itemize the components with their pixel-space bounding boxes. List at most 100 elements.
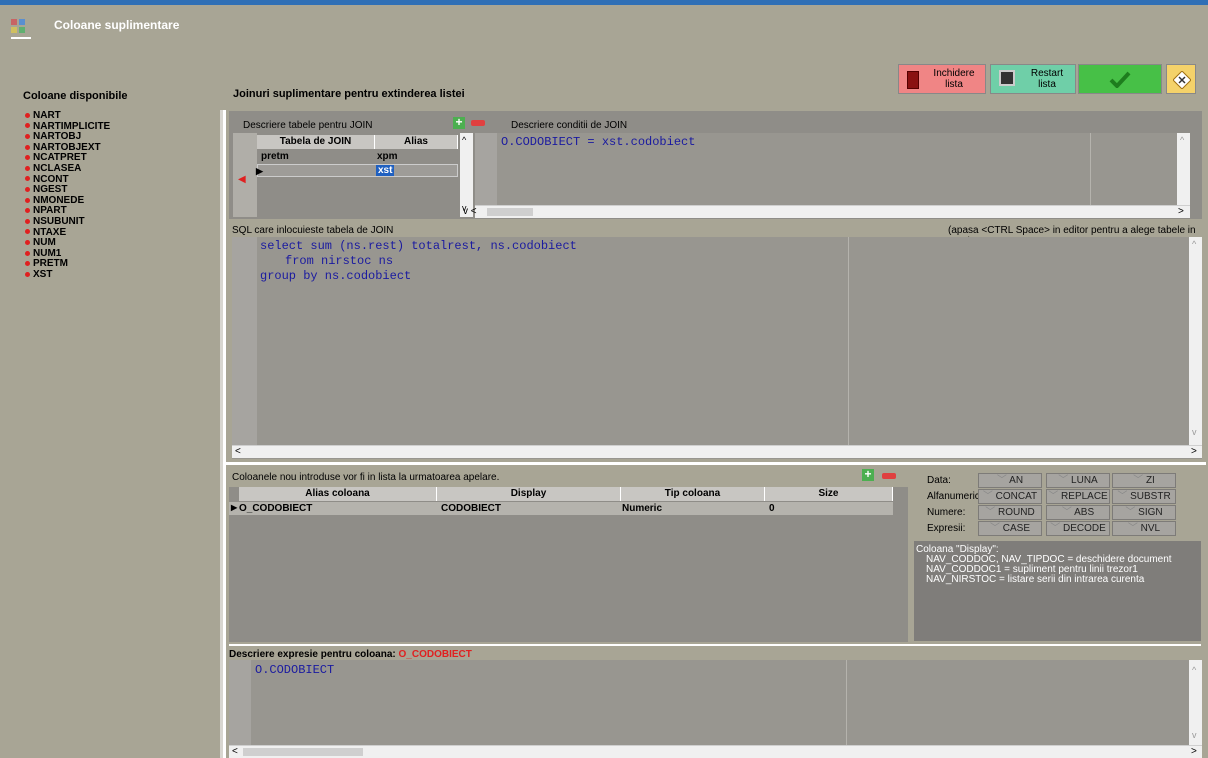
add-join-button[interactable]: + (453, 116, 465, 129)
alias-cell-selected[interactable]: xst (376, 165, 395, 176)
bullet-icon (25, 218, 30, 224)
current-row-icon: ▶ (231, 503, 238, 512)
bullet-icon (25, 176, 30, 182)
sidebar-item[interactable]: XST (25, 269, 110, 281)
columns-label: Coloanele nou introduse vor fi in lista … (232, 472, 500, 483)
divider (229, 644, 1201, 646)
function-button[interactable]: ﹀ SIGN (1112, 505, 1176, 520)
app-icon (11, 19, 35, 43)
bullet-icon (25, 239, 30, 245)
join-conditions-label: Descriere conditii de JOIN (511, 120, 628, 131)
condition-vscroll[interactable]: ^ (1177, 133, 1190, 205)
chevron-down-icon: ﹀ (989, 523, 1000, 534)
chevron-down-icon: ﹀ (1117, 491, 1128, 502)
close-list-button[interactable]: Inchidere lista (898, 64, 986, 94)
expression-editor[interactable]: O.CODOBIECT ^ v < > (229, 660, 1202, 758)
join-condition-editor[interactable]: O.CODOBIECT = xst.codobiect ^ v < > (463, 133, 1190, 218)
sql-line-2: from nirstoc ns (285, 254, 394, 268)
function-button[interactable]: ﹀ NVL (1112, 521, 1176, 536)
function-button[interactable]: ﹀ ABS (1046, 505, 1110, 520)
bullet-icon (25, 250, 30, 256)
sql-editor[interactable]: select sum (ns.rest) totalrest, ns.codob… (232, 237, 1202, 459)
add-column-button[interactable]: + (862, 468, 874, 481)
bullet-icon (25, 208, 30, 214)
available-columns-list: NART NARTIMPLICITE NARTOBJ NARTOBJEXT NCATPR… (25, 110, 110, 281)
function-button[interactable]: ﹀ ZI (1112, 473, 1176, 488)
function-button[interactable]: ﹀ CONCAT (978, 489, 1042, 504)
table-row[interactable]: ▶ xst (256, 164, 458, 177)
col-header-display: Display (437, 487, 621, 501)
display-cell: CODOBIECT (441, 503, 501, 514)
door-icon (907, 71, 919, 89)
function-button[interactable]: ﹀ AN (978, 473, 1042, 488)
table-cell: pretm (261, 151, 289, 162)
sql-vscroll[interactable]: ^ v (1189, 237, 1202, 445)
function-button[interactable]: ﹀ ROUND (978, 505, 1042, 520)
close-list-label: Inchidere lista (933, 68, 975, 90)
function-button[interactable]: ﹀ DECODE (1046, 521, 1110, 536)
margin-line (848, 237, 849, 445)
join-condition-text: O.CODOBIECT = xst.codobiect (501, 135, 696, 149)
bullet-icon (25, 197, 30, 203)
function-row-label: Data: (927, 475, 951, 486)
window-title: Coloane suplimentare (54, 18, 180, 32)
function-button[interactable]: ﹀ SUBSTR (1112, 489, 1176, 504)
sql-label: SQL care inlocuieste tabela de JOIN (232, 225, 394, 236)
col-header-alias: Alias (375, 135, 458, 149)
function-button[interactable]: ﹀ REPLACE (1046, 489, 1110, 504)
chevron-down-icon: ﹀ (985, 507, 996, 518)
chevron-down-icon: ﹀ (1048, 491, 1059, 502)
bullet-icon (25, 134, 30, 140)
join-tables-scrollbar[interactable]: ^ v (460, 133, 473, 217)
table-row[interactable]: ▶ O_CODOBIECT CODOBIECT Numeric 0 (229, 502, 893, 515)
current-row-icon: ▶ (256, 166, 263, 176)
sidebar-title: Coloane disponibile (23, 90, 128, 102)
expression-column: O_CODOBIECT (398, 649, 472, 660)
join-tables-grid: Tabela de JOIN Alias pretm xpm ▶ xst ◀ ^… (233, 133, 473, 217)
sql-hscroll[interactable]: < > (232, 445, 1202, 458)
display-help-panel: Coloana "Display": NAV_CODDOC, NAV_TIPDO… (914, 541, 1201, 641)
bullet-icon (25, 165, 30, 171)
chevron-down-icon: ﹀ (1125, 507, 1136, 518)
expression-label: Descriere expresie pentru coloana: O_COD… (229, 649, 472, 660)
sql-line-3: group by ns.codobiect (260, 269, 412, 283)
columns-grid: Alias coloana Display Tip coloana Size ▶… (229, 487, 908, 642)
bullet-icon (25, 187, 30, 193)
chevron-down-icon: ﹀ (996, 475, 1007, 486)
function-row-label: Numere: (927, 507, 966, 518)
col-header-alias: Alias coloana (239, 487, 437, 501)
chevron-down-icon: ﹀ (1133, 475, 1144, 486)
bullet-icon (25, 271, 30, 277)
table-row[interactable]: pretm xpm (257, 150, 458, 163)
ok-button[interactable] (1078, 64, 1162, 94)
main-title: Joinuri suplimentare pentru extinderea l… (233, 88, 465, 100)
bullet-icon (25, 112, 30, 118)
cancel-icon (1173, 71, 1191, 89)
bullet-icon (25, 123, 30, 129)
bullet-icon (25, 144, 30, 150)
divider (226, 462, 1206, 465)
type-cell: Numeric (622, 503, 663, 514)
function-button[interactable]: ﹀ CASE (978, 521, 1042, 536)
title-bar: Coloane suplimentare (0, 0, 1208, 48)
remove-join-button[interactable] (471, 120, 485, 126)
condition-hscroll[interactable]: v < > (463, 205, 1190, 218)
join-tables-label: Descriere tabele pentru JOIN (243, 120, 373, 131)
help-line: NAV_NIRSTOC = listare serii din intrarea… (926, 574, 1145, 585)
col-header-size: Size (765, 487, 893, 501)
checkmark-icon (1109, 71, 1131, 88)
chevron-down-icon: ﹀ (1058, 475, 1069, 486)
col-header-table: Tabela de JOIN (257, 135, 375, 149)
expression-hscroll[interactable]: < > (229, 745, 1202, 758)
expression-vscroll[interactable]: ^ v (1189, 660, 1202, 745)
remove-column-button[interactable] (882, 473, 896, 479)
size-cell: 0 (769, 503, 775, 514)
restart-list-button[interactable]: Restart lista (990, 64, 1076, 94)
chevron-down-icon: ﹀ (1050, 523, 1061, 534)
col-header-type: Tip coloana (621, 487, 765, 501)
function-button[interactable]: ﹀ LUNA (1046, 473, 1110, 488)
restart-icon (999, 70, 1015, 86)
cancel-button[interactable] (1166, 64, 1196, 94)
bullet-icon (25, 261, 30, 267)
margin-line (846, 660, 847, 745)
